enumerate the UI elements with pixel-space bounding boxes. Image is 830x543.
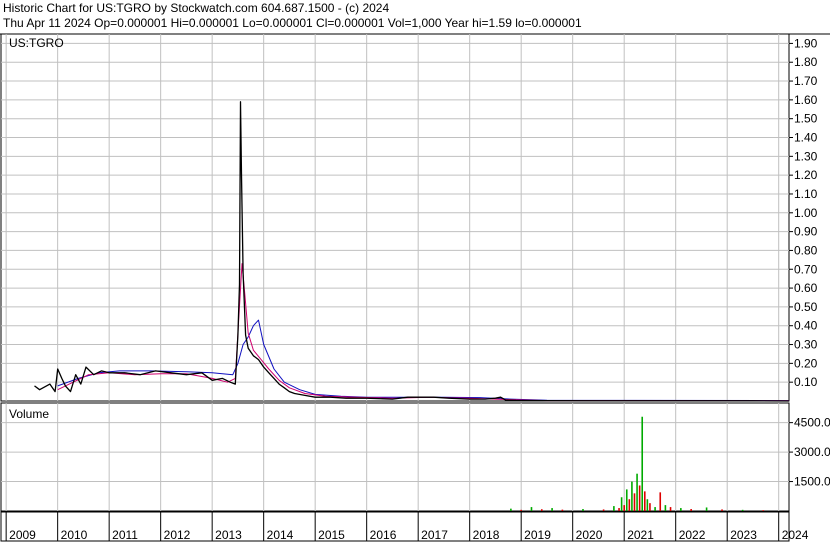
volume-y-tick-label: 4500.0 xyxy=(794,416,830,430)
price-y-tick-label: 1.20 xyxy=(794,168,818,182)
volume-panel-title: Volume xyxy=(9,407,49,421)
volume-bar xyxy=(762,510,765,511)
volume-y-tick-label: 3000.0 xyxy=(794,445,830,459)
series-ma-short xyxy=(57,263,790,402)
volume-bar xyxy=(582,509,584,511)
volume-bar xyxy=(646,499,649,511)
volume-bar xyxy=(620,497,623,511)
price-y-tick-label: 1.30 xyxy=(794,149,818,163)
volume-bar xyxy=(530,507,533,511)
volume-panel: 4500.0 3000.0 1500.0 xyxy=(0,402,830,512)
price-y-tick-label: 1.80 xyxy=(794,55,818,69)
volume-bar xyxy=(690,509,692,511)
x-tick-label: 2010 xyxy=(61,528,88,542)
volume-bar xyxy=(623,505,625,511)
volume-bar xyxy=(631,481,633,511)
price-y-tick-label: 0.20 xyxy=(794,356,818,370)
volume-bar xyxy=(618,508,620,511)
x-tick-label: 2013 xyxy=(215,528,242,542)
volume-bar xyxy=(510,508,512,511)
price-y-tick-label: 1.40 xyxy=(794,131,818,145)
x-tick-label: 2019 xyxy=(524,528,551,542)
volume-y-tick-label: 1500.0 xyxy=(794,475,830,489)
x-tick-label: 2012 xyxy=(164,528,191,542)
x-tick-label: 2011 xyxy=(112,528,138,542)
x-tick-label: 2015 xyxy=(318,528,345,542)
price-y-tick-label: 1.00 xyxy=(794,206,818,220)
x-tick-label: 2020 xyxy=(576,528,603,542)
price-frame xyxy=(0,33,790,402)
volume-bar xyxy=(602,509,605,511)
volume-bar xyxy=(654,507,656,511)
x-tick-label: 2022 xyxy=(679,528,706,542)
volume-bar xyxy=(659,492,662,511)
price-y-tick-label: 0.30 xyxy=(794,338,818,352)
volume-bar xyxy=(625,489,628,511)
stock-chart: 1.90 1.80 1.70 1.60 1.50 1.40 1.30 1.20 1.10 1.00… xyxy=(0,33,830,542)
price-y-tick-label: 1.90 xyxy=(794,36,818,50)
volume-bar xyxy=(649,503,651,511)
x-axis: 2009 2010 2011 2012 2013 2014 2015 2016 2017 2018… xyxy=(0,511,809,542)
x-tick-label: 2014 xyxy=(267,528,294,542)
price-y-tick-label: 0.50 xyxy=(794,300,818,314)
volume-bar xyxy=(721,509,723,511)
series-ma-long xyxy=(57,319,790,402)
volume-bar xyxy=(613,506,615,511)
price-y-tick-label: 0.70 xyxy=(794,262,818,276)
x-tick-label: 2018 xyxy=(473,528,500,542)
volume-bar xyxy=(551,508,553,511)
price-panel-title: US:TGRO xyxy=(9,36,64,50)
x-tick-label: 2023 xyxy=(730,528,757,542)
volume-bar xyxy=(643,491,646,511)
x-tick-label: 2024 xyxy=(782,528,809,542)
x-tick-label: 2009 xyxy=(9,528,36,542)
volume-bar xyxy=(633,493,636,511)
volume-bar xyxy=(641,416,644,511)
price-y-tick-label: 0.80 xyxy=(794,243,818,257)
volume-bar xyxy=(680,508,682,511)
volume-bar xyxy=(636,473,638,511)
price-y-tick-label: 1.10 xyxy=(794,187,818,201)
price-y-tick-label: 0.60 xyxy=(794,281,818,295)
volume-bar xyxy=(520,509,522,511)
price-y-tick-label: 1.70 xyxy=(794,74,818,88)
volume-bar xyxy=(664,505,667,511)
volume-bar xyxy=(741,509,744,511)
price-y-tick-label: 1.60 xyxy=(794,93,818,107)
volume-frame xyxy=(0,402,790,512)
price-panel: 1.90 1.80 1.70 1.60 1.50 1.40 1.30 1.20 1.10 1.00… xyxy=(0,33,830,402)
x-tick-label: 2021 xyxy=(627,528,654,542)
x-tick-label: 2017 xyxy=(421,528,448,542)
volume-bar xyxy=(561,509,564,511)
volume-bar xyxy=(638,485,641,511)
volume-bar xyxy=(705,507,708,511)
price-y-tick-label: 0.90 xyxy=(794,225,818,239)
volume-bar xyxy=(669,507,672,511)
x-tick-label: 2016 xyxy=(370,528,397,542)
volume-bar xyxy=(540,509,543,511)
price-y-tick-label: 0.10 xyxy=(794,375,818,389)
price-y-tick-label: 0.40 xyxy=(794,319,818,333)
volume-bar xyxy=(628,499,631,511)
price-y-tick-label: 1.50 xyxy=(794,112,818,126)
